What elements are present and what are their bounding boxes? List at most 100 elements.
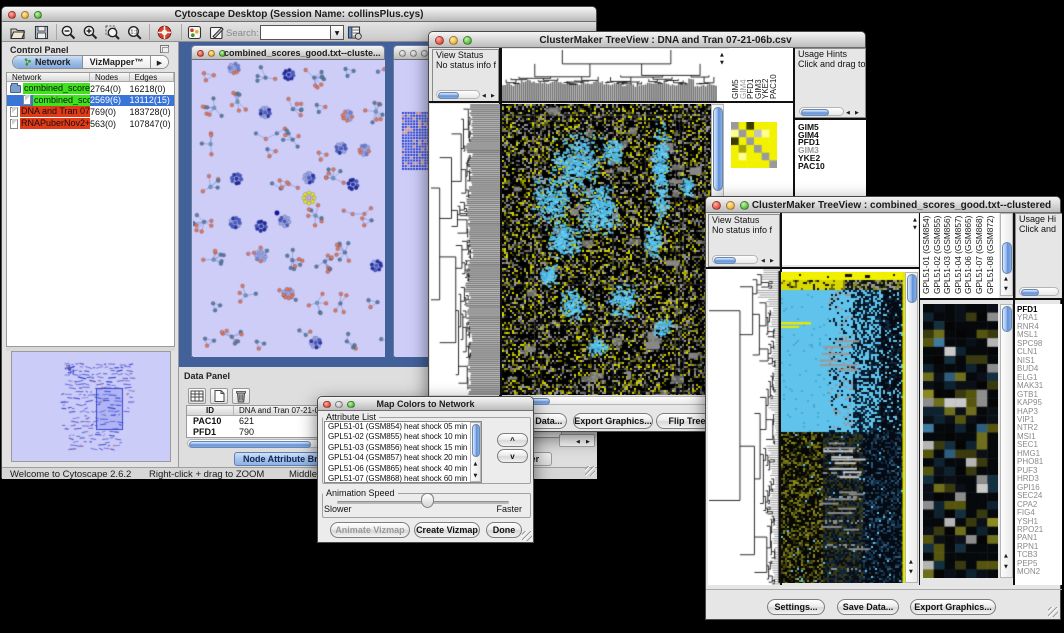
network-view-1-canvas[interactable] — [193, 60, 385, 357]
scroll-left-icon[interactable]: ◀ — [576, 439, 580, 445]
scrollbar-thumb[interactable] — [1002, 306, 1012, 332]
zoom-button[interactable] — [740, 201, 749, 210]
tv1-row-dendrogram[interactable] — [430, 104, 500, 395]
import-attributes-icon[interactable] — [346, 24, 363, 41]
scroll-up-icon[interactable]: ▲ — [1004, 276, 1008, 282]
minimize-button[interactable] — [726, 201, 735, 210]
network-overview-panel[interactable] — [11, 351, 171, 462]
close-button[interactable] — [435, 36, 444, 45]
scroll-up-icon[interactable]: ▲ — [909, 559, 913, 565]
tv2-heatmap[interactable] — [781, 272, 905, 583]
close-button[interactable] — [399, 50, 406, 57]
tv2-heatmap-vscrollbar[interactable]: ▲ ▼ — [905, 272, 918, 583]
save-session-icon[interactable] — [33, 24, 50, 41]
tv1-column-dendrogram[interactable] — [502, 49, 717, 101]
attribute-list-item[interactable]: GPL51-04 (GSM857) heat shock 20 min — [325, 453, 481, 463]
open-file-icon[interactable] — [9, 24, 26, 41]
column-header-network[interactable]: Network — [7, 73, 90, 81]
view-status-scrollbar[interactable] — [712, 255, 758, 264]
zoom-out-icon[interactable] — [60, 24, 77, 41]
scroll-up-icon[interactable]: ▲ — [720, 52, 724, 58]
window-resize-grip[interactable] — [583, 464, 595, 476]
tv1-export-graphics-button[interactable]: Export Graphics... — [573, 413, 653, 429]
scroll-down-icon[interactable]: ▼ — [474, 473, 478, 479]
scroll-left-icon[interactable]: ◀ — [761, 258, 765, 264]
annotation-icon[interactable] — [208, 24, 225, 41]
move-up-button[interactable]: ^ — [497, 433, 528, 447]
attribute-list-scrollbar[interactable]: ▲ ▼ — [470, 422, 481, 482]
network-list-row[interactable]: combined_sco2569(6)13112(15) — [7, 95, 174, 107]
scroll-right-icon[interactable]: ▶ — [586, 439, 590, 445]
dialog-resize-grip[interactable] — [520, 529, 532, 541]
row-id[interactable]: PFD1 — [187, 427, 234, 438]
scrollbar-thumb[interactable] — [1002, 242, 1012, 274]
network-name[interactable]: combined_sco — [33, 95, 90, 106]
scrollbar-thumb[interactable] — [1021, 289, 1039, 296]
attribute-list-item[interactable]: GPL51-07 (GSM868) heat shock 60 min — [325, 474, 481, 483]
scrollbar-thumb[interactable] — [472, 424, 480, 457]
zoom-selected-icon[interactable] — [104, 24, 121, 41]
close-button[interactable] — [197, 50, 204, 57]
zoom-in-icon[interactable] — [82, 24, 99, 41]
minimize-button[interactable] — [208, 50, 215, 57]
tv2-labels-vscrollbar[interactable]: ▲ ▼ — [1000, 213, 1013, 296]
tv2-row-dendrogram[interactable] — [708, 269, 780, 585]
attribute-list-item[interactable]: GPL51-01 (GSM854) heat shock 05 min — [325, 422, 481, 432]
zoom-button[interactable] — [421, 50, 428, 57]
done-button[interactable]: Done — [486, 522, 522, 538]
slider-thumb[interactable] — [421, 493, 434, 508]
scroll-up-icon[interactable]: ▲ — [1004, 553, 1008, 559]
scroll-up-icon[interactable]: ▲ — [474, 461, 478, 467]
tv2-zoom-heatmap[interactable] — [923, 304, 998, 578]
scroll-right-icon[interactable]: ▶ — [770, 258, 774, 264]
scroll-left-icon[interactable]: ◀ — [846, 110, 850, 116]
zoom-fit-icon[interactable]: 1:1 — [126, 24, 143, 41]
attribute-list[interactable]: GPL51-01 (GSM854) heat shock 05 minGPL51… — [324, 421, 482, 483]
column-header-id[interactable]: ID — [187, 406, 234, 415]
search-dropdown-arrow[interactable]: ▼ — [331, 25, 344, 40]
column-header-edges[interactable]: Edges — [130, 73, 174, 81]
scroll-down-icon[interactable]: ▼ — [913, 225, 917, 231]
attribute-list-item[interactable]: GPL51-03 (GSM856) heat shock 15 min — [325, 443, 481, 453]
tv2-settings-button[interactable]: Settings... — [767, 599, 825, 615]
zoom-button[interactable] — [463, 36, 472, 45]
data-panel-horizontal-scrollbar[interactable] — [187, 439, 320, 448]
attribute-list-item[interactable]: GPL51-02 (GSM855) heat shock 10 min — [325, 432, 481, 442]
treeview1-title-bar[interactable]: ClusterMaker TreeView : DNA and Tran 07-… — [429, 32, 865, 48]
tv2-export-graphics-button[interactable]: Export Graphics... — [910, 599, 996, 615]
tab-overflow-arrow[interactable]: ▶ — [151, 56, 168, 68]
tv1-heatmap[interactable] — [502, 104, 711, 395]
select-attributes-icon[interactable] — [188, 388, 206, 404]
data-panel-table-scrollbar[interactable]: ◀ ▶ — [559, 434, 595, 447]
scrollbar-thumb[interactable] — [907, 274, 917, 303]
attribute-list-item[interactable]: GPL51-06 (GSM865) heat shock 40 min — [325, 464, 481, 474]
usage-hints-scrollbar[interactable] — [799, 107, 844, 116]
dialog-title-bar[interactable]: Map Colors to Network — [318, 397, 533, 411]
tv2-save-data-button[interactable]: Save Data... — [837, 599, 899, 615]
scroll-down-icon[interactable]: ▼ — [909, 569, 913, 575]
network-name[interactable]: combined_scores_ — [23, 83, 90, 94]
float-panel-icon[interactable] — [160, 45, 169, 53]
network-list-row[interactable]: combined_scores_2764(0)16218(0) — [7, 83, 174, 95]
row-id[interactable]: PAC10 — [187, 416, 234, 427]
treeview2-title-bar[interactable]: ClusterMaker TreeView : combined_scores_… — [706, 197, 1060, 213]
delete-attribute-icon[interactable] — [232, 388, 250, 404]
tv2-column-dendrogram-area[interactable] — [781, 214, 918, 265]
view-status-scrollbar[interactable] — [436, 90, 480, 99]
scrollbar-thumb[interactable] — [714, 257, 736, 264]
scroll-left-icon[interactable]: ◀ — [482, 93, 486, 99]
search-input[interactable] — [260, 25, 331, 40]
minimize-button[interactable] — [410, 50, 417, 57]
network-name[interactable]: DNA and Tran 07 — [20, 106, 90, 117]
vizmapper-icon[interactable] — [186, 24, 203, 41]
network-window-1-title-bar[interactable]: combined_scores_good.txt--cluste... — [192, 46, 384, 60]
main-title-bar[interactable]: Cytoscape Desktop (Session Name: collins… — [2, 7, 596, 22]
network-list-row[interactable]: RNAPuberNov2+N563(0)107847(0) — [7, 118, 174, 130]
network-overview-canvas[interactable] — [12, 352, 170, 461]
window-resize-grip[interactable] — [1046, 605, 1058, 617]
tv1-zoom-matrix[interactable] — [731, 122, 777, 168]
scrollbar-thumb[interactable] — [189, 441, 311, 448]
new-attribute-icon[interactable] — [210, 388, 228, 404]
tab-vizmapper[interactable]: VizMapper™ — [83, 56, 151, 68]
network-name[interactable]: RNAPuberNov2+N — [20, 118, 90, 129]
